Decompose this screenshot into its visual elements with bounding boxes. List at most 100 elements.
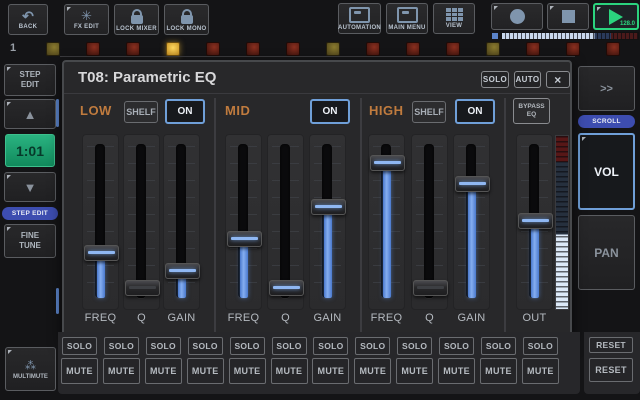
solo-button[interactable]: SOLO <box>272 337 307 355</box>
bar-number: 1 <box>10 42 16 54</box>
out-slider[interactable] <box>516 134 553 310</box>
high-gain-label: GAIN <box>453 312 490 324</box>
down-arrow-icon: ▼ <box>24 180 37 195</box>
mute-button[interactable]: MUTE <box>187 358 224 384</box>
mute-button[interactable]: MUTE <box>145 358 182 384</box>
solo-button[interactable]: SOLO <box>523 337 558 355</box>
dialog-solo-label: SOLO <box>483 75 507 84</box>
mute-button[interactable]: MUTE <box>354 358 391 384</box>
step-down-button[interactable]: ▼ <box>4 172 56 202</box>
bypass-eq-label: BYPASS EQ <box>517 103 547 120</box>
mid-gain-handle[interactable] <box>311 199 346 215</box>
mute-button[interactable]: MUTE <box>271 358 308 384</box>
low-freq-handle[interactable] <box>84 245 119 261</box>
position-bar[interactable] <box>501 32 639 40</box>
slider-fill <box>468 189 476 298</box>
play-button[interactable]: 128.0 <box>593 3 639 30</box>
mute-button[interactable]: MUTE <box>103 358 140 384</box>
mute-button[interactable]: MUTE <box>480 358 517 384</box>
step-led <box>366 42 380 56</box>
mute-button[interactable]: MUTE <box>438 358 475 384</box>
dialog-auto-button[interactable]: AUTO <box>514 71 541 88</box>
view-button[interactable]: VIEW <box>433 3 475 34</box>
low-gain-label: GAIN <box>163 312 200 324</box>
vol-tab-button[interactable]: VOL <box>578 133 635 210</box>
low-freq-slider[interactable] <box>82 134 119 310</box>
slider-track[interactable] <box>424 144 434 298</box>
more-label: >> <box>600 83 613 95</box>
automation-button[interactable]: AUTOMATION <box>338 3 381 34</box>
solo-button[interactable]: SOLO <box>439 337 474 355</box>
pan-tab-button[interactable]: PAN <box>578 215 635 290</box>
reset-mute-button[interactable]: RESET <box>589 358 633 382</box>
back-button[interactable]: ↶ BACK <box>8 4 48 35</box>
step-led <box>86 42 100 56</box>
mid-freq-handle[interactable] <box>227 231 262 247</box>
low-gain-handle[interactable] <box>165 263 200 279</box>
high-gain-slider[interactable] <box>453 134 490 310</box>
solo-button[interactable]: SOLO <box>188 337 223 355</box>
step-led <box>286 42 300 56</box>
low-q-slider[interactable] <box>123 134 160 310</box>
more-button[interactable]: >> <box>578 66 635 111</box>
high-freq-slider[interactable] <box>368 134 405 310</box>
reset-solo-button[interactable]: RESET <box>589 337 633 353</box>
scrollbar-thumb[interactable] <box>56 288 59 314</box>
solo-mute-panel: SOLO MUTE SOLO MUTE SOLO MUTE SOLO MUTE SOLO MUTE… <box>58 332 580 394</box>
solo-button[interactable]: SOLO <box>62 337 97 355</box>
slider-fill <box>531 226 539 298</box>
mid-freq-slider[interactable] <box>225 134 262 310</box>
dialog-solo-button[interactable]: SOLO <box>481 71 509 88</box>
solo-button[interactable]: SOLO <box>355 337 390 355</box>
step-edit-mode-label: STEP EDIT <box>13 70 47 91</box>
shelf-button-high[interactable]: SHELF <box>412 101 446 123</box>
high-q-handle[interactable] <box>413 280 448 296</box>
handle-stripe <box>129 286 156 289</box>
mute-button[interactable]: MUTE <box>312 358 349 384</box>
fx-edit-button[interactable]: ✳ FX EDIT <box>64 4 109 35</box>
mid-q-slider[interactable] <box>267 134 304 310</box>
on-button-mid[interactable]: ON <box>310 99 350 124</box>
mid-gain-slider[interactable] <box>309 134 346 310</box>
output-level-meter <box>555 135 569 310</box>
step-edit-mode-button[interactable]: STEP EDIT <box>4 64 56 96</box>
mute-button[interactable]: MUTE <box>396 358 433 384</box>
multimute-button[interactable]: ⁂ MULTIMUTE <box>5 347 56 391</box>
slider-track[interactable] <box>280 144 290 298</box>
high-gain-handle[interactable] <box>455 176 490 192</box>
low-gain-slider[interactable] <box>163 134 200 310</box>
dialog-header: T08: Parametric EQ SOLO AUTO × <box>64 62 570 94</box>
mute-button[interactable]: MUTE <box>522 358 559 384</box>
high-q-slider[interactable] <box>411 134 448 310</box>
solo-button[interactable]: SOLO <box>397 337 432 355</box>
mid-q-handle[interactable] <box>269 280 304 296</box>
stop-button[interactable] <box>547 3 589 30</box>
lock-mixer-button[interactable]: LOCK MIXER <box>114 4 159 35</box>
solo-button[interactable]: SOLO <box>146 337 181 355</box>
solo-button[interactable]: SOLO <box>104 337 139 355</box>
main-menu-button[interactable]: MAIN MENU <box>386 3 428 34</box>
lock-mono-button[interactable]: LOCK MONO <box>164 4 209 35</box>
step-up-button[interactable]: ▲ <box>4 99 56 129</box>
section-separator <box>360 98 362 332</box>
out-handle[interactable] <box>518 213 553 229</box>
bypass-eq-button[interactable]: BYPASS EQ <box>513 98 550 124</box>
on-button-high[interactable]: ON <box>455 99 495 124</box>
handle-stripe <box>374 161 401 164</box>
scrollbar-thumb[interactable] <box>56 99 59 127</box>
mute-button[interactable]: MUTE <box>61 358 98 384</box>
shelf-button-low[interactable]: SHELF <box>124 101 158 123</box>
solo-button[interactable]: SOLO <box>481 337 516 355</box>
slider-track[interactable] <box>136 144 146 298</box>
high-freq-handle[interactable] <box>370 155 405 171</box>
solo-button[interactable]: SOLO <box>230 337 265 355</box>
top-toolbar: ↶ BACK ✳ FX EDIT LOCK MIXER LOCK MONO AU… <box>0 0 640 40</box>
on-button-low[interactable]: ON <box>165 99 205 124</box>
record-button[interactable] <box>491 3 543 30</box>
dialog-title: T08: Parametric EQ <box>78 69 216 86</box>
solo-button[interactable]: SOLO <box>313 337 348 355</box>
fine-tune-button[interactable]: FINE TUNE <box>4 224 56 258</box>
low-q-handle[interactable] <box>125 280 160 296</box>
dialog-close-button[interactable]: × <box>546 71 570 88</box>
mute-button[interactable]: MUTE <box>229 358 266 384</box>
